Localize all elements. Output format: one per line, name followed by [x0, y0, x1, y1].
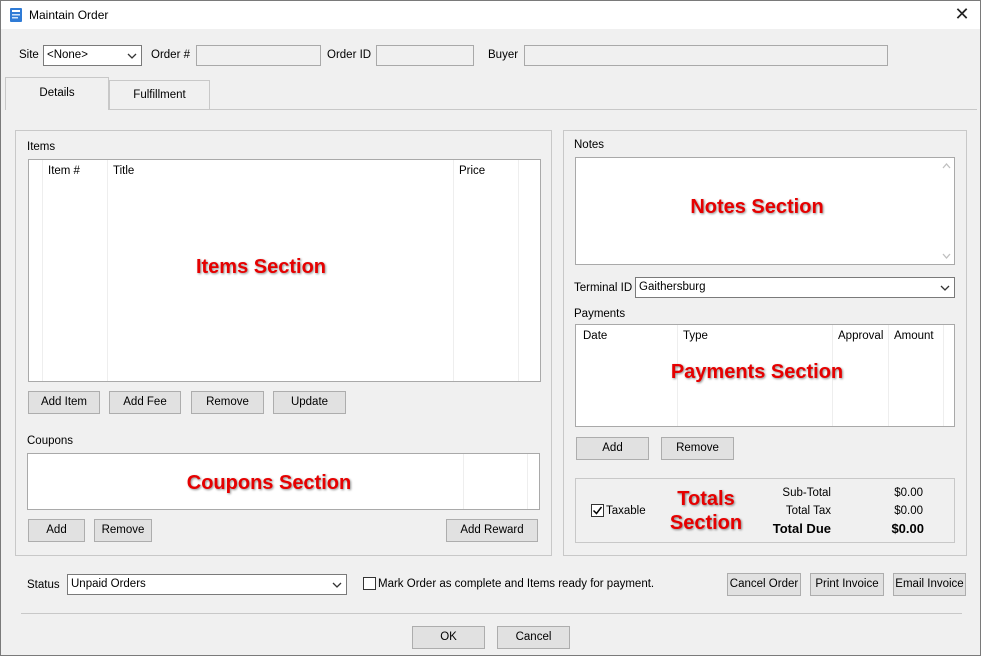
- order-number-label: Order #: [151, 49, 190, 61]
- chevron-down-icon: [940, 285, 950, 291]
- terminal-id-value: Gaithersburg: [639, 281, 706, 293]
- email-invoice-button[interactable]: Email Invoice: [893, 573, 966, 596]
- footer-divider: [21, 613, 962, 614]
- remove-coupon-button[interactable]: Remove: [94, 519, 152, 542]
- items-label: Items: [27, 141, 56, 153]
- maintain-order-window: Maintain Order ✕ Site <None> Order # Ord…: [0, 0, 981, 656]
- status-value: Unpaid Orders: [71, 578, 146, 590]
- add-item-button[interactable]: Add Item: [28, 391, 100, 414]
- add-reward-button[interactable]: Add Reward: [446, 519, 538, 542]
- payments-col-amount[interactable]: Amount: [894, 325, 934, 347]
- cancel-order-button[interactable]: Cancel Order: [727, 573, 801, 596]
- payments-section-overlay: Payments Section: [670, 361, 844, 383]
- total-due-value: $0.00: [891, 521, 924, 536]
- site-select[interactable]: <None>: [43, 45, 142, 66]
- site-label: Site: [19, 49, 39, 61]
- scroll-up-icon[interactable]: [942, 162, 951, 170]
- payments-col-approval[interactable]: Approval: [838, 325, 883, 347]
- scroll-down-icon[interactable]: [942, 252, 951, 260]
- order-id-label: Order ID: [327, 49, 372, 61]
- tab-fulfillment[interactable]: Fulfillment: [109, 80, 210, 109]
- items-col-sep: [42, 160, 43, 381]
- payments-col-sep: [888, 325, 889, 426]
- subtotal-label: Sub-Total: [782, 487, 831, 499]
- mark-complete-checkbox[interactable]: [363, 577, 376, 590]
- tab-fulfillment-label: Fulfillment: [133, 89, 186, 101]
- chevron-down-icon: [127, 53, 137, 59]
- title-bar: Maintain Order ✕: [1, 1, 980, 29]
- items-section-overlay: Items Section: [195, 256, 327, 278]
- buyer-label: Buyer: [488, 49, 519, 61]
- total-due-label: Total Due: [772, 521, 831, 536]
- tab-strip-line: [5, 109, 977, 110]
- items-col-sep: [518, 160, 519, 381]
- terminal-id-label: Terminal ID: [574, 282, 633, 294]
- taxable-checkbox[interactable]: [591, 504, 604, 517]
- buyer-field[interactable]: [524, 45, 888, 66]
- coupons-col-sep: [527, 454, 528, 509]
- print-invoice-button[interactable]: Print Invoice: [810, 573, 884, 596]
- tab-details[interactable]: Details: [5, 77, 109, 110]
- subtotal-value: $0.00: [894, 487, 923, 499]
- payments-col-sep: [943, 325, 944, 426]
- remove-payment-button[interactable]: Remove: [661, 437, 734, 460]
- site-select-value: <None>: [47, 49, 88, 61]
- chevron-down-icon: [332, 582, 342, 588]
- status-select[interactable]: Unpaid Orders: [67, 574, 347, 595]
- items-col-title[interactable]: Title: [113, 160, 134, 182]
- order-id-field[interactable]: [376, 45, 474, 66]
- items-col-sep: [107, 160, 108, 381]
- update-item-button[interactable]: Update: [273, 391, 346, 414]
- total-tax-label: Total Tax: [785, 505, 831, 517]
- total-tax-value: $0.00: [894, 505, 923, 517]
- status-label: Status: [27, 579, 60, 591]
- notes-section-overlay: Notes Section: [690, 196, 824, 218]
- checkmark-icon: [592, 506, 603, 515]
- ok-button[interactable]: OK: [412, 626, 485, 649]
- window-title: Maintain Order: [29, 8, 109, 22]
- payments-col-type[interactable]: Type: [683, 325, 708, 347]
- close-icon[interactable]: ✕: [952, 4, 972, 24]
- items-col-item-number[interactable]: Item #: [48, 160, 80, 182]
- coupons-label: Coupons: [27, 435, 74, 447]
- add-payment-button[interactable]: Add: [576, 437, 649, 460]
- payments-label: Payments: [574, 308, 626, 320]
- notes-label: Notes: [574, 139, 605, 151]
- add-fee-button[interactable]: Add Fee: [109, 391, 181, 414]
- app-icon: [10, 8, 22, 22]
- items-col-price[interactable]: Price: [459, 160, 485, 182]
- coupons-col-sep: [463, 454, 464, 509]
- add-coupon-button[interactable]: Add: [28, 519, 85, 542]
- totals-section-overlay-line1: Totals: [677, 488, 735, 510]
- taxable-label: Taxable: [606, 505, 646, 517]
- tab-details-label: Details: [39, 87, 75, 99]
- items-col-sep: [453, 160, 454, 381]
- payments-col-date[interactable]: Date: [583, 325, 607, 347]
- terminal-id-select[interactable]: Gaithersburg: [635, 277, 955, 298]
- cancel-button[interactable]: Cancel: [497, 626, 570, 649]
- mark-complete-label: Mark Order as complete and Items ready f…: [378, 578, 655, 590]
- remove-item-button[interactable]: Remove: [191, 391, 264, 414]
- coupons-section-overlay: Coupons Section: [186, 472, 352, 494]
- order-number-field[interactable]: [196, 45, 321, 66]
